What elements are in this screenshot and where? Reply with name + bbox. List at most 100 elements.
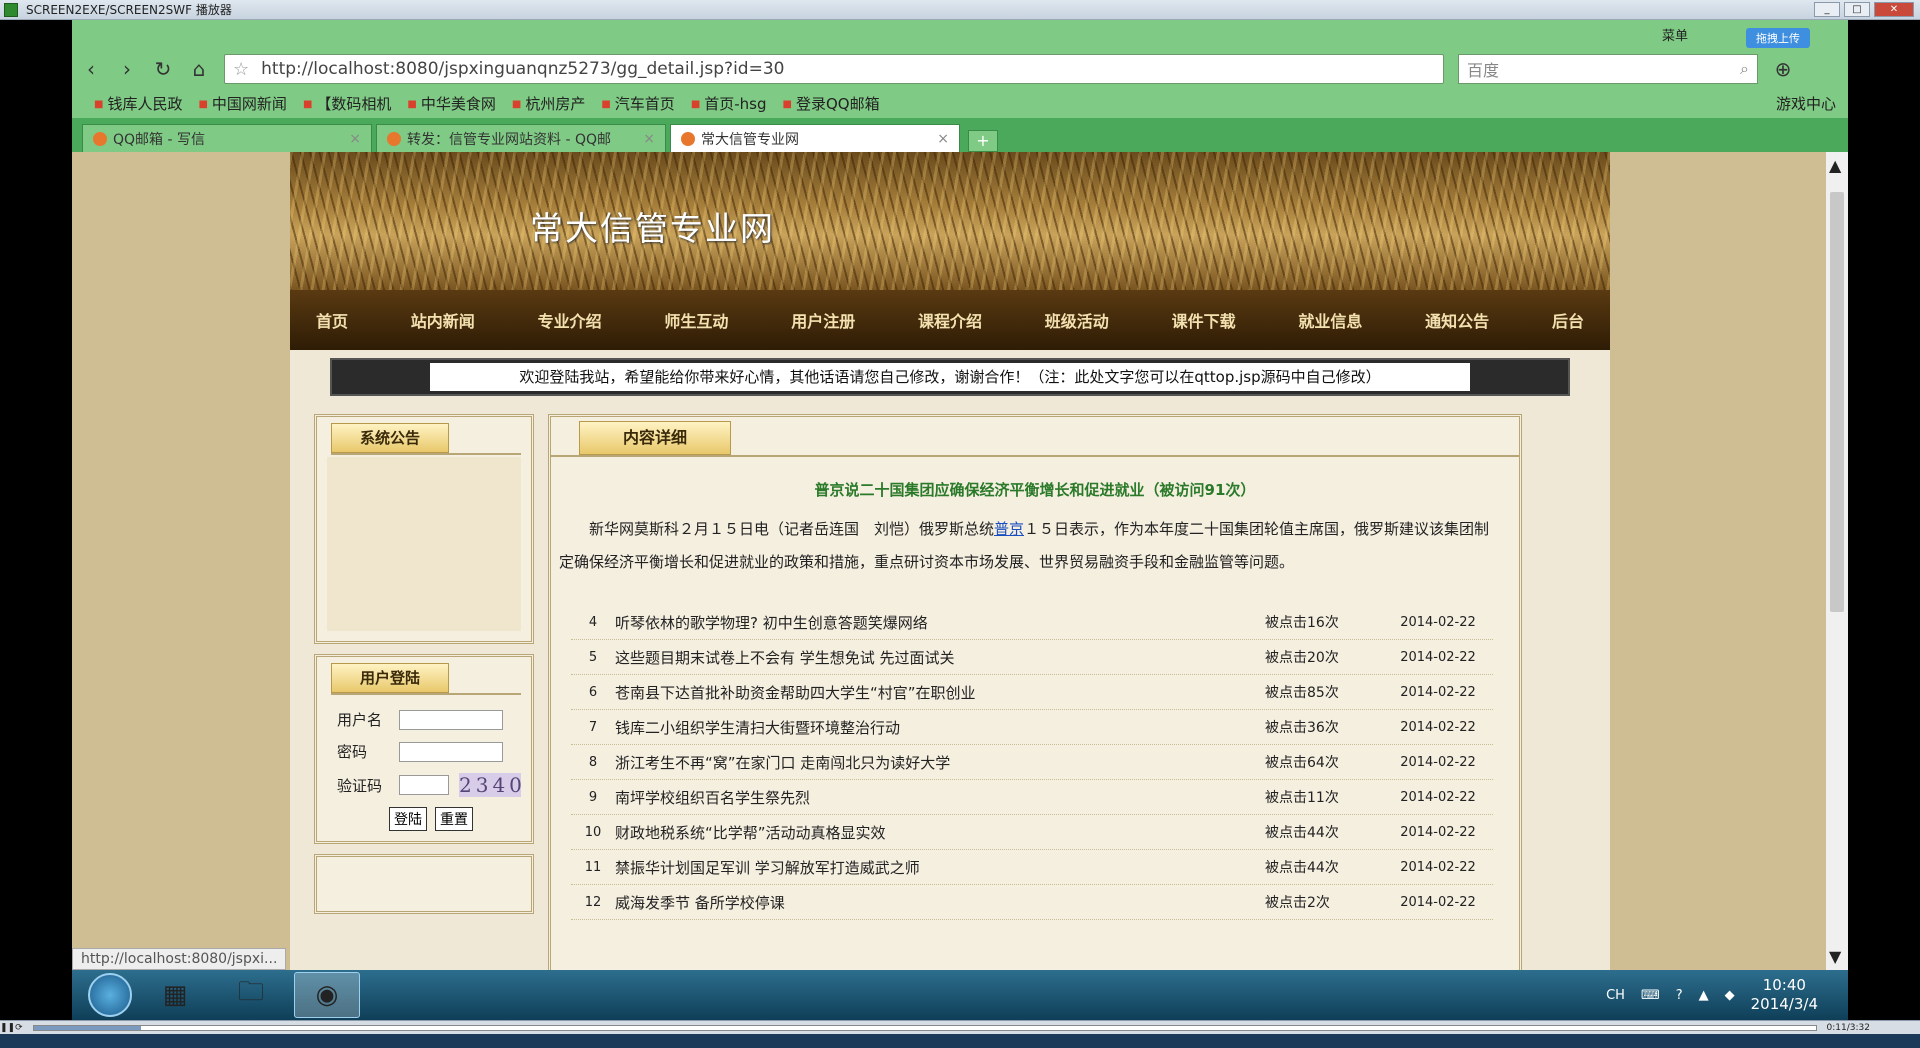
tab-site[interactable]: 常大信管专业网 × [670,124,960,152]
news-row[interactable]: 7 钱库二小组织学生清扫大街暨环境整治行动 被点击36次 2014-02-22 [571,710,1493,745]
clock[interactable]: 10:40 2014/3/4 [1751,976,1818,1014]
news-num: 12 [584,894,602,910]
bookmark-item[interactable]: 首页-hsg [691,93,766,114]
close-button[interactable]: ✕ [1874,2,1914,17]
article-text-start: 新华网莫斯科２月１５日电（记者岳连国 刘恺）俄罗斯总统 [589,520,995,538]
news-row[interactable]: 4 听琴依林的歌学物理? 初中生创意答题笑爆网络 被点击16次 2014-02-22 [571,605,1493,640]
nav-courses[interactable]: 课程介绍 [918,308,982,332]
nav-interaction[interactable]: 师生互动 [664,308,728,332]
nav-register[interactable]: 用户注册 [791,308,855,332]
browser-menu[interactable]: 菜单 [1662,25,1688,44]
news-row[interactable]: 9 南坪学校组织百名学生祭先烈 被点击11次 2014-02-22 [571,780,1493,815]
news-hits: 被点击44次 [1265,825,1339,841]
news-title[interactable]: 威海发季节 备所学校停课 [615,892,1265,913]
browser-taskbar-icon[interactable]: ◉ [294,972,360,1018]
nav-activities[interactable]: 班级活动 [1045,308,1109,332]
keyboard-icon[interactable]: ⌨ [1641,988,1660,1003]
article-link[interactable]: 普京 [994,520,1024,538]
news-title[interactable]: 苍南县下达首批补助资金帮助四大学生“村官”在职创业 [615,682,1265,703]
upload-button[interactable]: 拖拽上传 [1746,28,1810,48]
search-icon[interactable]: ⌕ [1740,59,1749,79]
reset-button[interactable]: 重置 [435,807,473,831]
tab-favicon-icon [681,131,695,146]
scroll-up-icon[interactable]: ▲ [1829,156,1841,175]
news-row[interactable]: 10 财政地税系统“比学帮”活动动真格显实效 被点击44次 2014-02-22 [571,815,1493,850]
taskbar-app-icon[interactable]: ▦ [142,972,208,1018]
news-title[interactable]: 浙江考生不再“窝”在家门口 走南闯北只为读好大学 [615,752,1265,773]
announcement-tab: 系统公告 [331,423,449,453]
tab-strip: QQ邮箱 - 写信 × 转发：信管专业网站资料 - QQ邮 × 常大信管专业网 … [72,118,1848,152]
main-nav: 首页 站内新闻 专业介绍 师生互动 用户注册 课程介绍 班级活动 课件下载 就业… [290,290,1610,350]
news-title[interactable]: 财政地税系统“比学帮”活动动真格显实效 [615,822,1265,843]
scroll-down-icon[interactable]: ▼ [1829,947,1841,966]
player-app-icon [4,2,18,17]
news-date: 2014-02-22 [1400,894,1476,910]
news-title[interactable]: 禁振华计划国足军训 学习解放军打造威武之师 [615,857,1265,878]
login-panel: 用户登陆 用户名 密码 验证码 2340 登陆 重置 [314,654,534,844]
url-input[interactable] [261,59,1362,79]
nav-admin[interactable]: 后台 [1552,308,1584,332]
news-row[interactable]: 12 威海发季节 备所学校停课 被点击2次 2014-02-22 [571,885,1493,920]
file-explorer-icon[interactable]: 🗀 [218,972,284,1018]
news-row[interactable]: 5 这些题目期末试卷上不会有 学生想免试 先过面试关 被点击20次 2014-02-2… [571,640,1493,675]
bookmark-item[interactable]: 汽车首页 [601,93,675,114]
address-bar[interactable]: ☆ [224,54,1444,84]
windows-taskbar: ▦ 🗀 ◉ CH ⌨ ? ▲ ◆ 10:40 2014/3/4 [72,970,1848,1020]
password-input[interactable] [399,741,503,762]
download-icon[interactable]: ⊕ [1772,58,1794,80]
back-icon[interactable]: ‹ [80,58,102,80]
tab-close-icon[interactable]: × [937,131,949,147]
nav-downloads[interactable]: 课件下载 [1172,308,1236,332]
refresh-icon[interactable]: ↻ [152,58,174,80]
nav-home[interactable]: 首页 [316,308,348,332]
news-row[interactable]: 11 禁振华计划国足军训 学习解放军打造威武之师 被点击44次 2014-02-22 [571,850,1493,885]
new-tab-button[interactable]: + [968,130,998,152]
volume-icon[interactable]: ◆ [1725,988,1735,1003]
tab-forward-mail[interactable]: 转发：信管专业网站资料 - QQ邮 × [376,124,666,152]
captcha-image[interactable]: 2340 [459,773,522,797]
forward-icon[interactable]: › [116,58,138,80]
bookmark-item[interactable]: 中国网新闻 [198,93,287,114]
news-title[interactable]: 这些题目期末试卷上不会有 学生想免试 先过面试关 [615,647,1265,668]
vertical-scrollbar[interactable]: ▲ ▼ [1826,152,1848,970]
minimize-button[interactable]: _ [1814,2,1840,17]
pause-icon[interactable]: ❚❚ [0,1023,15,1033]
loop-icon[interactable]: ⟳ [15,1023,23,1033]
scrollbar-thumb[interactable] [1830,192,1844,612]
news-row[interactable]: 6 苍南县下达首批补助资金帮助四大学生“村官”在职创业 被点击85次 2014-02-… [571,675,1493,710]
bookmarks-bar: 钱库人民政 中国网新闻 【数码相机 中华美食网 杭州房产 汽车首页 首页-hsg… [72,88,1848,118]
login-button[interactable]: 登陆 [389,807,427,831]
home-icon[interactable]: ⌂ [188,58,210,80]
input-language[interactable]: CH [1606,988,1625,1003]
news-date: 2014-02-22 [1400,614,1476,630]
bookmark-item[interactable]: 登录QQ邮箱 [783,93,880,114]
games-center-link[interactable]: 游戏中心 [1776,93,1836,114]
browser-window: 菜单 拖拽上传 ‹ › ↻ ⌂ ☆ 百度 ⌕ ⊕ 钱库人民政 中国网新闻 【数码… [72,20,1848,970]
maximize-button[interactable]: □ [1844,2,1870,17]
tab-close-icon[interactable]: × [643,131,655,147]
bookmark-item[interactable]: 杭州房产 [512,93,585,114]
nav-news[interactable]: 站内新闻 [411,308,475,332]
bookmark-item[interactable]: 【数码相机 [303,93,391,114]
news-row[interactable]: 8 浙江考生不再“窝”在家门口 走南闯北只为读好大学 被点击64次 2014-02-2… [571,745,1493,780]
username-input[interactable] [399,709,503,730]
news-hits: 被点击64次 [1265,755,1339,771]
nav-notices[interactable]: 通知公告 [1425,308,1489,332]
bookmark-item[interactable]: 钱库人民政 [94,93,182,114]
bookmark-item[interactable]: 中华美食网 [407,93,496,114]
search-box[interactable]: 百度 ⌕ [1458,54,1758,84]
favorite-star-icon[interactable]: ☆ [233,59,249,80]
network-icon[interactable]: ▲ [1699,988,1709,1003]
news-title[interactable]: 钱库二小组织学生清扫大街暨环境整治行动 [615,717,1265,738]
nav-jobs[interactable]: 就业信息 [1298,308,1362,332]
news-title[interactable]: 听琴依林的歌学物理? 初中生创意答题笑爆网络 [615,612,1265,633]
start-button[interactable] [88,973,132,1017]
help-icon[interactable]: ? [1676,988,1683,1003]
nav-major[interactable]: 专业介绍 [538,308,602,332]
article-title: 普京说二十国集团应确保经济平衡增长和促进就业（被访问91次） [814,481,1256,499]
news-title[interactable]: 南坪学校组织百名学生祭先烈 [615,787,1265,808]
tab-qq-mail[interactable]: QQ邮箱 - 写信 × [82,124,372,152]
tab-close-icon[interactable]: × [349,131,361,147]
captcha-input[interactable] [399,775,449,795]
seek-bar[interactable] [32,1024,1817,1031]
